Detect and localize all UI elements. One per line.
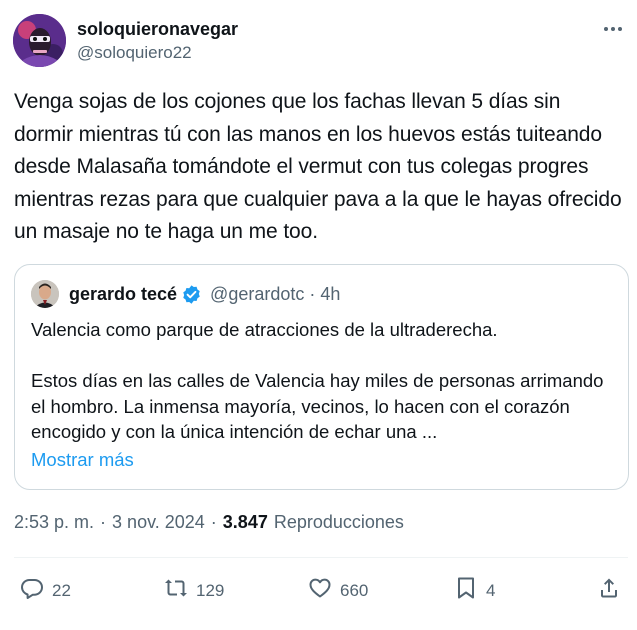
quoted-author-avatar[interactable] [31, 280, 59, 308]
divider [14, 557, 628, 558]
views-label: Reproducciones [273, 512, 404, 532]
heart-icon [308, 576, 332, 605]
quoted-tweet-header: gerardo tecé @gerardotc · 4h [31, 279, 340, 309]
repost-arrows-icon [164, 576, 188, 605]
views-count: 3.847 [222, 512, 268, 532]
author-avatar[interactable] [13, 14, 66, 67]
action-bar: 22 129 660 4 [0, 570, 637, 610]
quoted-tweet[interactable]: gerardo tecé @gerardotc · 4h Valencia co… [14, 264, 629, 490]
like-count: 660 [340, 580, 369, 600]
bookmark-count: 4 [486, 580, 496, 600]
separator-dot: · [210, 512, 217, 532]
share-upload-icon [597, 576, 621, 605]
reply-count: 22 [52, 580, 71, 600]
separator-dot: · [100, 512, 107, 532]
quoted-author-name[interactable]: gerardo tecé [69, 284, 177, 305]
quoted-tweet-body: Valencia como parque de atracciones de l… [31, 317, 616, 445]
bookmark-icon [454, 576, 478, 605]
author-name[interactable]: soloquieronavegar [77, 18, 238, 40]
quoted-author-handle[interactable]: @gerardotc [210, 284, 304, 305]
quoted-paragraph-2: Estos días en las calles de Valencia hay… [31, 370, 604, 442]
author-handle[interactable]: @soloquiero22 [77, 42, 238, 64]
quoted-paragraph-1: Valencia como parque de atracciones de l… [31, 319, 498, 340]
tweet-header: soloquieronavegar @soloquiero22 [13, 14, 625, 70]
quoted-tweet-time[interactable]: 4h [320, 284, 340, 305]
separator-dot: · [309, 283, 316, 304]
bookmark-button[interactable]: 4 [454, 576, 495, 605]
share-button[interactable] [597, 576, 621, 605]
reply-button[interactable]: 22 [20, 576, 71, 605]
more-dots-icon [603, 19, 623, 37]
verified-badge-icon [181, 284, 202, 305]
repost-count: 129 [196, 580, 225, 600]
tweet-meta: 2:53 p. m. · 3 nov. 2024 · 3.847 Reprodu… [14, 512, 404, 533]
more-options-button[interactable] [601, 18, 625, 38]
tweet-text: Venga sojas de los cojones que los facha… [14, 90, 622, 243]
tweet-time[interactable]: 2:53 p. m. [14, 512, 94, 533]
reply-bubble-icon [20, 576, 44, 605]
repost-button[interactable]: 129 [164, 576, 224, 605]
tweet-date[interactable]: 3 nov. 2024 [112, 512, 205, 533]
like-button[interactable]: 660 [308, 576, 368, 605]
show-more-link[interactable]: Mostrar más [31, 449, 134, 471]
